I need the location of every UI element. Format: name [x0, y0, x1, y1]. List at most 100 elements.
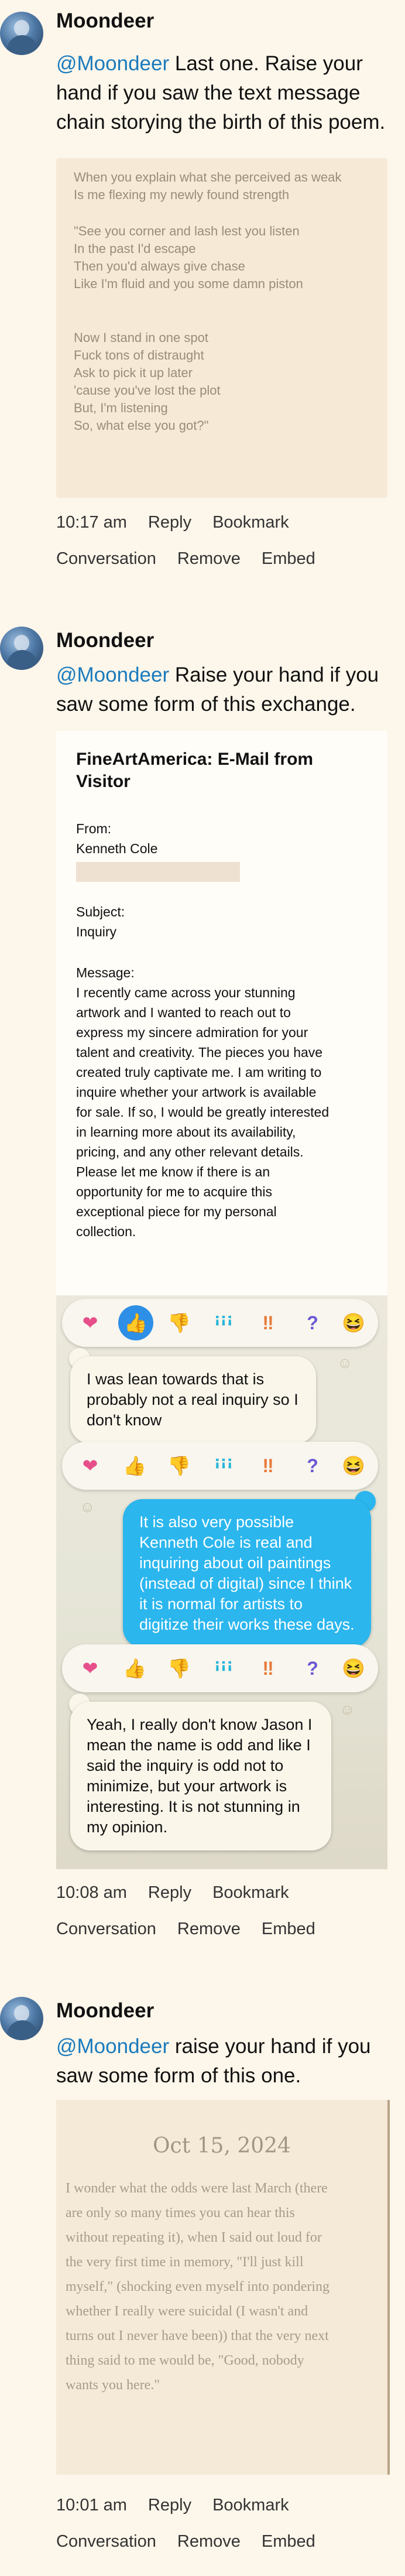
message-line: exceptional piece for my personal: [76, 1204, 277, 1219]
timestamp[interactable]: 10:17 am: [56, 513, 127, 532]
conversation-link[interactable]: Conversation: [56, 1920, 156, 1938]
post-actions: Conversation Remove Embed: [56, 549, 337, 569]
author-name[interactable]: Moondeer: [56, 629, 154, 652]
from-label: From:: [76, 821, 112, 836]
journal-line: whether I really were suicidal (I wasn't…: [66, 2304, 308, 2319]
reaction-bar: ❤ 👍 👎 ꜟꜟꜟ ‼ ? 😆: [62, 1299, 378, 1347]
chat-screenshot-image[interactable]: ❤ 👍 👎 ꜟꜟꜟ ‼ ? 😆 ☺ I was lean towards tha…: [56, 1295, 387, 1869]
message-line: for sale. If so, I would be greatly inte…: [76, 1104, 330, 1120]
reply-link[interactable]: Reply: [148, 2496, 191, 2515]
journal-line: are only so many times you can hear this: [66, 2205, 295, 2221]
heart-icon: ❤: [82, 1658, 98, 1679]
exclamation-icon: ‼: [262, 1455, 274, 1476]
thumbs-up-icon: 👍: [118, 1305, 153, 1340]
laugh-emoji-icon: 😆: [342, 1312, 365, 1333]
heart-icon: ❤: [82, 1312, 98, 1333]
journal-line: turns out I never have been)) that the v…: [66, 2328, 329, 2344]
status-text: @Moondeer raise your hand if you saw som…: [56, 2032, 390, 2091]
message-line: express my sincere admiration for your: [76, 1025, 308, 1040]
haha-icon: ꜟꜟꜟ: [214, 1312, 233, 1333]
redacted-email-bar: [76, 862, 240, 882]
reply-link[interactable]: Reply: [148, 513, 191, 532]
remove-link[interactable]: Remove: [177, 2532, 241, 2551]
bookmark-link[interactable]: Bookmark: [212, 513, 289, 532]
heart-icon: ❤: [82, 1455, 98, 1476]
email-image[interactable]: FineArtAmerica: E-Mail from Visitor From…: [56, 731, 387, 1305]
remove-link[interactable]: Remove: [177, 549, 241, 568]
from-name: Kenneth Cole: [76, 841, 158, 856]
exclamation-icon: ‼: [262, 1658, 274, 1679]
email-title: FineArtAmerica: E-Mail from Visitor: [76, 750, 314, 791]
message-line: artwork and I wanted to reach out to: [76, 1005, 291, 1020]
journal-line: myself," (shocking even myself into pond…: [66, 2279, 330, 2294]
chat-message: It is also very possible Kenneth Cole is…: [123, 1499, 371, 1648]
message-line: talent and creativity. The pieces you ha…: [76, 1045, 323, 1060]
bookmark-link[interactable]: Bookmark: [212, 1883, 289, 1902]
message-line: opportunity for me to acquire this: [76, 1184, 272, 1199]
bookmark-link[interactable]: Bookmark: [212, 2496, 289, 2515]
haha-icon: ꜟꜟꜟ: [214, 1658, 233, 1679]
chat-message: I was lean towards that is probably not …: [70, 1356, 316, 1443]
author-name[interactable]: Moondeer: [56, 9, 154, 33]
conversation-link[interactable]: Conversation: [56, 549, 156, 568]
conversation-link[interactable]: Conversation: [56, 2532, 156, 2551]
journal-image[interactable]: Oct 15, 2024 I wonder what the odds were…: [56, 2100, 390, 2475]
reaction-bar: ❤ 👍 👎 ꜟꜟꜟ ‼ ? 😆: [62, 1644, 378, 1692]
avatar[interactable]: [0, 627, 43, 670]
subject-label: Subject:: [76, 904, 125, 919]
remove-link[interactable]: Remove: [177, 1920, 241, 1938]
poem-line: Like I'm fluid and you some damn piston: [74, 276, 303, 291]
journal-line: without repeating it), when I said out l…: [66, 2230, 322, 2245]
embed-link[interactable]: Embed: [262, 1920, 315, 1938]
author-name[interactable]: Moondeer: [56, 1999, 154, 2023]
message-line: Please let me know if there is an: [76, 1164, 270, 1179]
poem-line: Fuck tons of distraught: [74, 348, 204, 362]
chat-message: Yeah, I really don't know Jason I mean t…: [70, 1702, 331, 1850]
journal-line: wants you here.": [66, 2377, 160, 2393]
avatar[interactable]: [0, 1997, 43, 2040]
reply-link[interactable]: Reply: [148, 1883, 191, 1902]
poem-image[interactable]: When you explain what she perceived as w…: [56, 158, 387, 498]
message-label: Message:: [76, 965, 135, 980]
thumbs-up-icon: 👍: [123, 1455, 146, 1476]
poem-line: Then you'd always give chase: [74, 259, 245, 273]
poem-line: But, I'm listening: [74, 401, 168, 415]
add-reaction-icon: ☺: [80, 1498, 95, 1516]
journal-date: Oct 15, 2024: [153, 2134, 291, 2158]
exclamation-icon: ‼: [262, 1312, 274, 1333]
poem-line: So, what else you got?": [74, 418, 209, 433]
post-meta: 10:08 am Reply Bookmark: [56, 1883, 310, 1903]
reaction-bar: ❤ 👍 👎 ꜟꜟꜟ ‼ ? 😆: [62, 1442, 378, 1490]
haha-icon: ꜟꜟꜟ: [214, 1455, 233, 1476]
message-line: created truly captivate me. I am writing…: [76, 1065, 322, 1080]
status-text: @Moondeer Last one. Raise your hand if y…: [56, 49, 390, 137]
add-reaction-icon: ☺: [337, 1354, 353, 1371]
timestamp[interactable]: 10:01 am: [56, 2496, 127, 2515]
poem-line: Is me flexing my newly found strength: [74, 187, 290, 202]
journal-line: I wonder what the odds were last March (…: [66, 2181, 328, 2196]
thumbs-down-icon: 👎: [167, 1312, 191, 1333]
thumbs-down-icon: 👎: [167, 1658, 191, 1679]
poem-line: Ask to pick it up later: [74, 365, 193, 380]
message-line: collection.: [76, 1224, 136, 1239]
avatar[interactable]: [0, 12, 43, 55]
question-icon: ?: [307, 1312, 318, 1333]
poem-line: In the past I'd escape: [74, 241, 196, 256]
embed-link[interactable]: Embed: [262, 549, 315, 568]
message-line: in learning more about its availability,: [76, 1124, 296, 1140]
mention-link[interactable]: @Moondeer: [56, 2035, 169, 2058]
mention-link[interactable]: @Moondeer: [56, 663, 169, 686]
poem-line: When you explain what she perceived as w…: [74, 170, 342, 184]
post-actions: Conversation Remove Embed: [56, 2532, 337, 2551]
post-actions: Conversation Remove Embed: [56, 1920, 337, 1939]
poem-line: Now I stand in one spot: [74, 330, 208, 345]
question-icon: ?: [307, 1455, 318, 1476]
laugh-emoji-icon: 😆: [342, 1455, 365, 1476]
embed-link[interactable]: Embed: [262, 2532, 315, 2551]
post-meta: 10:17 am Reply Bookmark: [56, 513, 310, 532]
timestamp[interactable]: 10:08 am: [56, 1883, 127, 1902]
post-meta: 10:01 am Reply Bookmark: [56, 2496, 310, 2515]
add-reaction-icon: ☺: [339, 1701, 355, 1718]
mention-link[interactable]: @Moondeer: [56, 52, 169, 75]
status-text: @Moondeer Raise your hand if you saw som…: [56, 661, 390, 719]
